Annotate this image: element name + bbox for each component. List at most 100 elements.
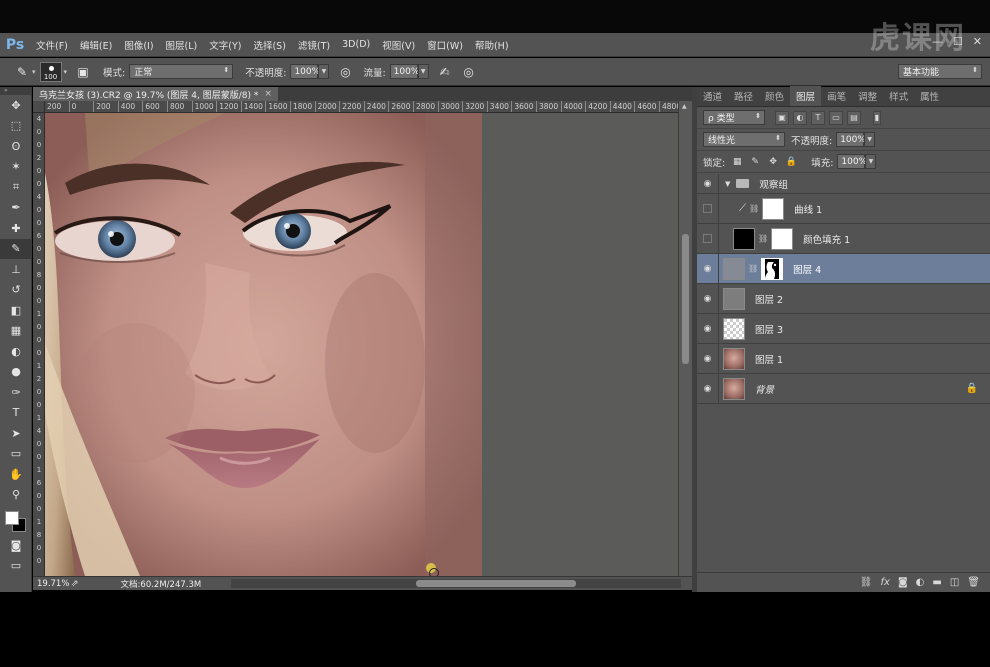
- magic-wand-tool-icon[interactable]: ✶: [0, 157, 32, 178]
- document-tab[interactable]: 乌克兰女孩 (3).CR2 @ 19.7% (图层 4, 图层蒙版/8) * ×: [33, 87, 278, 101]
- layer-opacity-dropdown-button[interactable]: ▼: [864, 132, 876, 147]
- chevron-down-icon[interactable]: ▼: [725, 180, 730, 188]
- filter-smart-object-icon[interactable]: ▤: [847, 110, 861, 125]
- eye-icon[interactable]: ◉: [697, 373, 719, 404]
- layer-thumbnail[interactable]: [723, 317, 745, 340]
- layer-mask-thumbnail[interactable]: [761, 257, 784, 280]
- panel-tab[interactable]: 路径: [728, 89, 759, 106]
- layer-row-layer-3[interactable]: ◉ 图层 3: [697, 313, 990, 344]
- fill-dropdown-button[interactable]: ▼: [865, 154, 877, 169]
- menu-image[interactable]: 图像(I): [118, 38, 159, 52]
- tools-collapse-handle[interactable]: »: [0, 87, 31, 95]
- horizontal-scrollbar[interactable]: [231, 579, 681, 588]
- panel-tab[interactable]: 属性: [914, 89, 945, 106]
- horizontal-ruler[interactable]: 200 0 200 400 600 800 1000 1200 1400 1600 1800 2000…: [45, 101, 678, 113]
- history-brush-tool-icon[interactable]: ↺: [0, 280, 32, 301]
- brush-panel-toggle-icon[interactable]: ▣: [75, 64, 91, 80]
- blend-mode-dropdown[interactable]: 线性光 ⬍: [703, 132, 785, 147]
- airbrush-icon[interactable]: ✍: [437, 64, 453, 80]
- menu-filter[interactable]: 滤镜(T): [292, 38, 336, 52]
- opacity-field[interactable]: 100%: [290, 64, 320, 79]
- menu-type[interactable]: 文字(Y): [203, 38, 247, 52]
- link-layers-icon[interactable]: ⛓: [860, 577, 873, 588]
- lock-position-icon[interactable]: ✥: [767, 156, 779, 168]
- vertical-scroll-thumb[interactable]: [682, 234, 689, 364]
- ruler-origin[interactable]: [33, 101, 45, 113]
- healing-brush-tool-icon[interactable]: ✚: [0, 218, 32, 239]
- layer-thumbnail[interactable]: [723, 347, 745, 370]
- fill-thumbnail[interactable]: [733, 227, 755, 250]
- pen-tool-icon[interactable]: ✑: [0, 382, 32, 403]
- type-tool-icon[interactable]: T: [0, 403, 32, 424]
- trash-icon[interactable]: 🗑: [967, 577, 980, 588]
- lock-image-icon[interactable]: ✎: [749, 156, 761, 168]
- lock-all-icon[interactable]: 🔒: [785, 156, 797, 168]
- hand-tool-icon[interactable]: ✋: [0, 464, 32, 485]
- flow-dropdown-button[interactable]: ▼: [417, 64, 429, 79]
- filter-adjustment-icon[interactable]: ◐: [793, 110, 807, 125]
- menu-edit[interactable]: 编辑(E): [74, 38, 118, 52]
- visibility-toggle[interactable]: [697, 223, 719, 254]
- quick-mask-icon[interactable]: ◙: [0, 535, 32, 556]
- pressure-size-icon[interactable]: ◎: [461, 64, 477, 80]
- fx-icon[interactable]: fx: [881, 577, 890, 588]
- layer-thumbnail[interactable]: [723, 257, 745, 280]
- menu-view[interactable]: 视图(V): [376, 38, 421, 52]
- layer-row-group[interactable]: ◉ ▼ 观察组: [697, 173, 990, 194]
- eye-icon[interactable]: ◉: [697, 283, 719, 314]
- eye-icon[interactable]: ◉: [697, 173, 719, 194]
- brush-size-preview[interactable]: 100: [39, 61, 62, 82]
- menu-3d[interactable]: 3D(D): [336, 39, 376, 50]
- shape-tool-icon[interactable]: ▭: [0, 444, 32, 465]
- panel-tab[interactable]: 颜色: [759, 89, 790, 106]
- mode-dropdown[interactable]: 正常 ⬍: [129, 64, 234, 79]
- layer-row-layer-4[interactable]: ◉ ⛓ 图层 4: [697, 253, 990, 284]
- brush-picker-chevron-icon[interactable]: ▾: [64, 68, 68, 76]
- new-group-icon[interactable]: ▬: [932, 577, 941, 588]
- blur-tool-icon[interactable]: ◐: [0, 341, 32, 362]
- panel-tab[interactable]: 样式: [883, 89, 914, 106]
- link-icon[interactable]: ⛓: [758, 234, 768, 243]
- menu-window[interactable]: 窗口(W): [421, 38, 469, 52]
- fill-field[interactable]: 100%: [837, 154, 867, 169]
- horizontal-scroll-thumb[interactable]: [416, 580, 576, 587]
- new-layer-icon[interactable]: ◫: [950, 577, 959, 588]
- eye-icon[interactable]: ◉: [697, 343, 719, 374]
- eyedropper-tool-icon[interactable]: ✒: [0, 198, 32, 219]
- menu-file[interactable]: 文件(F): [30, 38, 74, 52]
- opacity-dropdown-button[interactable]: ▼: [318, 64, 330, 79]
- visibility-toggle[interactable]: [697, 193, 719, 224]
- move-tool-icon[interactable]: ✥: [0, 95, 32, 116]
- layer-thumbnail[interactable]: [723, 377, 745, 400]
- gradient-tool-icon[interactable]: ▦: [0, 321, 32, 342]
- link-icon[interactable]: ⛓: [748, 264, 758, 273]
- vertical-ruler[interactable]: 4 0 0 2 0 0 4 0 0 6 0 0 8 0 0 1 0 0 0 1 2 0 0 1 4 0 0 1 6 0 0 1 8 0 0: [33, 113, 45, 576]
- layer-row-layer-2[interactable]: ◉ 图层 2: [697, 283, 990, 314]
- vertical-scrollbar[interactable]: ▲: [678, 101, 692, 576]
- layer-mask-thumbnail[interactable]: [771, 227, 794, 250]
- zoom-level[interactable]: 19.71%: [37, 579, 71, 589]
- brush-tool-icon[interactable]: ✎: [14, 64, 30, 80]
- layer-mask-thumbnail[interactable]: [762, 197, 785, 220]
- tool-preset-chevron-icon[interactable]: ▾: [32, 68, 36, 76]
- add-mask-icon[interactable]: ◙: [898, 577, 908, 588]
- layer-opacity-field[interactable]: 100%: [836, 132, 866, 147]
- export-icon[interactable]: ⇗: [71, 579, 79, 589]
- crop-tool-icon[interactable]: ⌗: [0, 177, 32, 198]
- dodge-tool-icon[interactable]: ●: [0, 362, 32, 383]
- marquee-tool-icon[interactable]: ⬚: [0, 116, 32, 137]
- layer-row-background[interactable]: ◉ 背景 🔒: [697, 373, 990, 404]
- menu-help[interactable]: 帮助(H): [469, 38, 515, 52]
- workspace-dropdown[interactable]: 基本功能 ⬍: [898, 64, 982, 79]
- menu-select[interactable]: 选择(S): [247, 38, 291, 52]
- scroll-up-icon[interactable]: ▲: [682, 103, 687, 110]
- filter-toggle-icon[interactable]: ▮: [873, 110, 881, 125]
- close-document-icon[interactable]: ×: [264, 89, 272, 99]
- screen-mode-icon[interactable]: ▭: [0, 556, 32, 577]
- layer-row-curves[interactable]: ⟋ ⛓ 曲线 1: [697, 193, 990, 224]
- layer-thumbnail[interactable]: [723, 287, 745, 310]
- lock-transparent-icon[interactable]: ▦: [731, 156, 743, 168]
- filter-shape-icon[interactable]: ▭: [829, 110, 843, 125]
- brush-tool-icon[interactable]: ✎: [0, 238, 32, 259]
- menu-layer[interactable]: 图层(L): [160, 38, 204, 52]
